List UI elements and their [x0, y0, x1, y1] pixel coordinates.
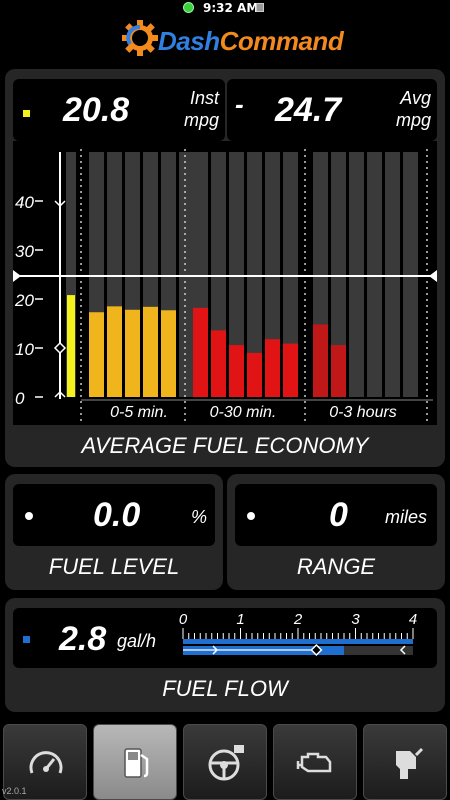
- bar-slot: [367, 152, 382, 397]
- flow-scale-label: 2: [293, 611, 303, 628]
- data-bar: [283, 343, 298, 397]
- avg-separator: -: [235, 89, 244, 119]
- fuel-nozzle-icon: [396, 747, 424, 779]
- range-value: 0: [329, 496, 348, 534]
- fuel-flow-caption: FUEL FLOW: [162, 676, 288, 701]
- fuel-flow-color-square-icon: [23, 636, 30, 643]
- battery-icon: [256, 3, 264, 12]
- bottom-tab-bar: [0, 718, 450, 800]
- bar-slot: [403, 152, 418, 397]
- tab-refuel[interactable]: [363, 724, 447, 800]
- flow-scale-label: 1: [236, 611, 244, 628]
- flow-avg-track: [183, 639, 413, 644]
- version-label: v2.0.1: [2, 786, 27, 796]
- data-bar: [211, 330, 226, 397]
- fuel-level-caption: FUEL LEVEL: [48, 554, 180, 579]
- status-bar: 9:32 AM: [0, 0, 450, 16]
- fuel-flow-readout: 2.8 gal/h 0 1 2 3 4: [13, 608, 437, 668]
- range-bullet-icon: [247, 512, 255, 520]
- fuel-level-bullet-icon: [25, 512, 33, 520]
- status-time: 9:32 AM: [203, 1, 259, 15]
- fuel-level-unit: %: [190, 507, 207, 527]
- tab-engine[interactable]: [273, 724, 357, 800]
- app-title: DashCommand: [158, 26, 344, 56]
- speedometer-icon: [29, 751, 63, 774]
- y-tick-label: 20: [14, 291, 34, 310]
- data-bar: [247, 352, 262, 397]
- data-bar: [89, 312, 104, 397]
- fuel-flow-value: 2.8: [59, 620, 107, 658]
- avg-marker-icon: [53, 341, 67, 355]
- average-left-arrow-icon: [13, 269, 21, 282]
- data-bar: [143, 306, 158, 397]
- inst-readout: 20.8 Inst mpg: [13, 79, 225, 141]
- fuel-flow-bar-gauge: 0 1 2 3 4: [179, 611, 417, 657]
- bar-slot: [385, 152, 400, 397]
- data-bar: [229, 345, 244, 397]
- fuel-flow-panel: 2.8 gal/h 0 1 2 3 4 FUEL FLOW: [5, 598, 445, 712]
- range-readout: 0 miles: [235, 484, 437, 546]
- fuel-economy-chart: 0 10 20 30 40 0-5 min. 0-30 min. 0-3 hours: [13, 141, 437, 425]
- x-group-label: 0-30 min.: [210, 404, 277, 421]
- avg-mpg-value: 24.7: [275, 91, 342, 129]
- notification-dot-icon: [183, 2, 194, 13]
- data-bar: [313, 324, 328, 397]
- x-group-label: 0-3 hours: [329, 404, 397, 421]
- y-tick-label: 40: [15, 193, 34, 212]
- data-bar: [161, 310, 176, 397]
- economy-caption: AVERAGE FUEL ECONOMY: [81, 433, 369, 458]
- app-logo: DashCommand: [118, 16, 344, 64]
- x-group-label: 0-5 min.: [110, 404, 168, 421]
- inst-color-square-icon: [23, 110, 30, 117]
- steering-wheel-icon: [208, 745, 244, 781]
- tab-driving[interactable]: [183, 724, 267, 800]
- current-value-bar: [67, 295, 75, 397]
- flow-scale-label: 0: [179, 611, 188, 628]
- fuel-level-value: 0.0: [93, 496, 141, 534]
- y-tick-label: 0: [15, 389, 25, 408]
- range-unit: miles: [384, 507, 427, 527]
- engine-icon: [296, 752, 332, 773]
- data-bar: [107, 306, 122, 397]
- flow-scale-label: 3: [351, 611, 360, 628]
- fuel-level-panel: 0.0 % FUEL LEVEL: [5, 474, 223, 590]
- range-panel: 0 miles RANGE: [227, 474, 445, 590]
- data-bar: [125, 309, 140, 397]
- inst-mpg-value: 20.8: [63, 91, 130, 129]
- y-tick-label: 10: [15, 340, 34, 359]
- data-bar: [193, 307, 208, 397]
- avg-unit: Avg mpg: [395, 88, 431, 130]
- average-right-arrow-icon: [429, 269, 437, 282]
- avg-readout: - 24.7 Avg mpg: [227, 79, 437, 141]
- gear-logo-icon: [122, 20, 158, 56]
- tab-fuel[interactable]: [93, 724, 177, 800]
- fuel-economy-chart-svg: 0 10 20 30 40 0-5 min. 0-30 min. 0-3 hours: [13, 149, 437, 421]
- fuel-pump-icon: [124, 748, 149, 778]
- bar-slot: [349, 152, 364, 397]
- flow-scale-label: 4: [409, 611, 417, 628]
- bar-slot: [179, 152, 194, 397]
- fuel-flow-unit: gal/h: [117, 631, 157, 651]
- inst-unit: Inst mpg: [183, 88, 219, 130]
- data-bar: [331, 345, 346, 397]
- data-bar: [265, 339, 280, 397]
- y-tick-label: 30: [15, 242, 34, 261]
- range-caption: RANGE: [296, 554, 376, 579]
- fuel-level-readout: 0.0 %: [13, 484, 215, 546]
